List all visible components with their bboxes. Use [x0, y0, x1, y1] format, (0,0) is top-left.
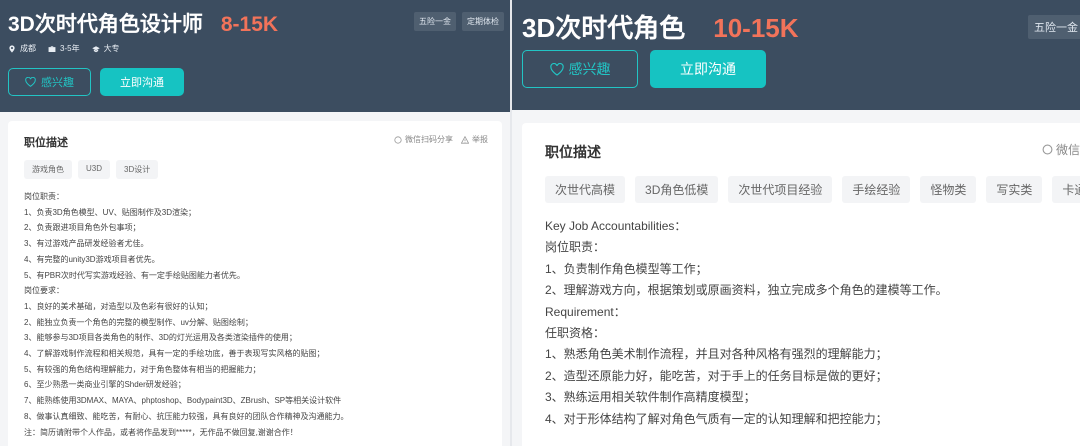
description-line: 4、了解游戏制作流程和相关规范，具有一定的手绘功底，善于表现写实风格的贴图； [24, 349, 325, 359]
chat-now-label: 立即沟通 [120, 77, 164, 89]
skill-tag: U3D [78, 160, 111, 179]
interest-label: 感兴趣 [41, 77, 74, 89]
skill-tag: 写实类 [986, 176, 1043, 203]
job-title-row: 3D次时代角色 10-15K [522, 8, 799, 45]
meta-education: 大专 [91, 43, 120, 54]
share-label: 微信扫码分享 [405, 135, 453, 144]
description-line: 岗位职责： [24, 192, 64, 201]
job-title-row: 3D次时代角色设计师 8-15K [8, 8, 278, 38]
description-line: 6、至少熟悉一类商业引擎的Shder研发经验； [24, 380, 186, 390]
benefit-tag: 五险一金 [1028, 15, 1080, 39]
job-meta: 成都 3-5年 大专 [8, 43, 120, 54]
report-link[interactable]: 举报 [461, 134, 488, 145]
education-label: 大专 [103, 44, 120, 53]
description-line: 1、负责制作角色模型等工作； [545, 261, 708, 276]
job-header: 3D次时代角色 10-15K 五险一金 感兴趣 立即沟通 [512, 0, 1080, 110]
description-line: 2、理解游戏方向，根据策划或原画资料，独立完成多个角色的建模等工作。 [545, 283, 948, 298]
share-label: 微信 [1056, 143, 1080, 157]
description-line: 1、良好的美术基础，对造型以及色彩有很好的认知； [24, 301, 213, 311]
benefit-tags: 五险一金 [1028, 15, 1080, 39]
skill-tag: 卡通类 [1052, 176, 1080, 203]
salary: 8-15K [220, 13, 279, 36]
job-description-text: Key Job Accountabilities： 岗位职责： 1、负责制作角色… [545, 216, 948, 430]
salary: 10-15K [713, 13, 799, 43]
job-detail-panel-right: 3D次时代角色 10-15K 五险一金 感兴趣 立即沟通 职位描述 微信 次世代… [512, 0, 1080, 446]
description-line: Key Job Accountabilities： [545, 219, 687, 233]
chat-now-label: 立即沟通 [680, 61, 736, 77]
city-label: 成都 [20, 44, 36, 53]
wechat-share-link[interactable]: 微信 [1042, 141, 1080, 158]
section-title: 职位描述 [24, 137, 68, 149]
interest-button[interactable]: 感兴趣 [8, 68, 91, 96]
section-title: 职位描述 [545, 144, 601, 160]
skill-tag: 怪物类 [920, 176, 977, 203]
benefit-tag: 五险一金 [414, 12, 456, 31]
description-line: 岗位职责： [545, 240, 606, 255]
description-line: 5、有PBR次时代写实游戏经验、有一定手绘贴图能力者优先。 [24, 270, 245, 280]
description-line: 1、负责3D角色模型、UV、贴图制作及3D渲染； [24, 207, 197, 217]
description-line: 3、有过游戏产品研发经验者尤佳。 [24, 239, 149, 249]
skill-tag: 游戏角色 [24, 160, 72, 179]
interest-button[interactable]: 感兴趣 [522, 50, 638, 88]
experience-label: 3-5年 [60, 44, 80, 53]
description-line: 2、造型还原能力好，能吃苦，对于手上的任务目标是做的更好； [545, 368, 888, 383]
wechat-share-link[interactable]: 微信扫码分享 [394, 134, 453, 145]
description-line: 4、对于形体结构了解对角色气质有一定的认知理解和把控能力； [545, 411, 888, 426]
briefcase-icon [48, 45, 56, 52]
skill-tag: 3D设计 [116, 160, 159, 179]
description-line: 注：简历请附带个人作品，或者将作品发到*****，无作品不做回复,谢谢合作！ [24, 427, 298, 437]
wechat-circle-icon [1042, 144, 1053, 155]
job-header: 3D次时代角色设计师 8-15K 五险一金 定期体检 成都 3-5年 大专 感兴… [0, 0, 510, 112]
meta-experience: 3-5年 [48, 43, 80, 54]
chat-now-button[interactable]: 立即沟通 [100, 68, 184, 96]
card-actions: 微信扫码分享 举报 [394, 134, 488, 145]
description-line: 5、有较强的角色结构理解能力，对于角色整体有相当的把握能力； [24, 364, 261, 374]
job-title: 3D次时代角色设计师 [8, 13, 203, 36]
description-line: 岗位要求： [24, 286, 64, 296]
graduation-cap-icon [91, 45, 100, 52]
description-line: 8、做事认真细致、能吃苦，有耐心、抗压能力较强，具有良好的团队合作精神及沟通能力… [24, 411, 349, 421]
description-line: 3、能够参与3D项目各类角色的制作、3D的灯光运用及各类渲染插件的使用； [24, 333, 297, 343]
description-line: 2、负责跟进项目角色外包事项； [24, 223, 141, 233]
job-description-card: 职位描述 微信扫码分享 举报 游戏角色 U3D 3D设计 岗位职责： 1、负责3… [8, 121, 502, 446]
benefit-tag: 定期体检 [462, 12, 504, 31]
description-line: 7、能熟练使用3DMAX、MAYA、phptoshop、Bodypaint3D、… [24, 396, 342, 406]
description-line: 任职资格： [545, 326, 606, 341]
job-title: 3D次时代角色 [522, 13, 686, 43]
job-description-text: 岗位职责： 1、负责3D角色模型、UV、贴图制作及3D渲染； 2、负责跟进项目角… [24, 189, 348, 440]
warning-icon [461, 135, 469, 144]
skill-tag: 次世代项目经验 [728, 176, 833, 203]
skill-tag: 次世代高模 [545, 176, 626, 203]
skill-tags: 次世代高模 3D角色低模 次世代项目经验 手绘经验 怪物类 写实类 卡通类 [545, 176, 1080, 203]
report-label: 举报 [472, 135, 488, 144]
description-line: 2、能独立负责一个角色的完整的模型制作、uv分解、贴图绘制； [24, 317, 253, 327]
skill-tags: 游戏角色 U3D 3D设计 [24, 160, 159, 179]
interest-label: 感兴趣 [568, 61, 611, 77]
skill-tag: 手绘经验 [842, 176, 911, 203]
skill-tag: 3D角色低模 [635, 176, 719, 203]
description-line: 4、有完整的unity3D游戏项目者优先。 [24, 254, 160, 264]
card-actions: 微信 [1042, 141, 1080, 158]
job-description-card: 职位描述 微信 次世代高模 3D角色低模 次世代项目经验 手绘经验 怪物类 写实… [522, 123, 1080, 446]
meta-city: 成都 [8, 43, 36, 54]
benefit-tags: 五险一金 定期体检 [414, 12, 504, 31]
heart-icon [25, 77, 36, 87]
description-line: 1、熟悉角色美术制作流程，并且对各种风格有强烈的理解能力； [545, 347, 888, 362]
location-icon [9, 44, 15, 53]
description-line: Requirement： [545, 304, 626, 319]
job-detail-panel-left: 3D次时代角色设计师 8-15K 五险一金 定期体检 成都 3-5年 大专 感兴… [0, 0, 510, 446]
wechat-circle-icon [394, 135, 402, 144]
description-line: 3、熟练运用相关软件制作高精度模型； [545, 390, 756, 405]
chat-now-button[interactable]: 立即沟通 [650, 50, 766, 88]
heart-icon [549, 62, 564, 76]
